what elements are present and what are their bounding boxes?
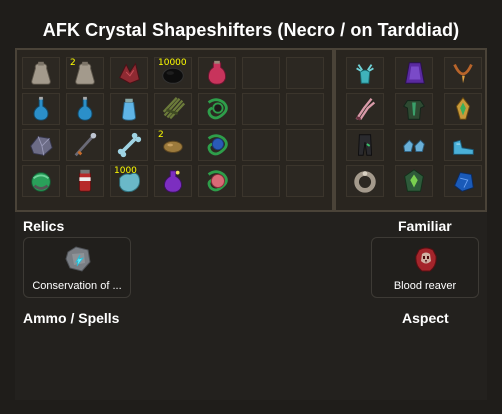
equipment-slot[interactable] (444, 93, 482, 125)
inventory-slot[interactable]: 2 (66, 57, 104, 89)
antler-helm-icon (356, 64, 374, 84)
inventory-slot[interactable]: 2 (154, 129, 192, 161)
inventory-slot[interactable] (198, 129, 236, 161)
inventory-slot-empty[interactable] (242, 129, 280, 161)
inventory-slot[interactable] (110, 57, 148, 89)
inventory-slot-empty[interactable] (286, 57, 324, 89)
blue-vine-icon (207, 134, 228, 156)
crystal-icon (30, 136, 53, 156)
inventory-slot-empty[interactable] (286, 129, 324, 161)
green-body-icon (403, 100, 425, 120)
inventory-slot-empty[interactable] (286, 165, 324, 197)
inventory-slot[interactable]: 10000 (154, 57, 192, 89)
familiar-label: Blood reaver (393, 280, 457, 292)
ring-icon (354, 171, 376, 193)
inventory-slot[interactable] (198, 165, 236, 197)
equipment-slot[interactable] (346, 129, 384, 161)
green-pocket-icon (404, 169, 424, 192)
blue-ammo-icon (454, 172, 474, 192)
relic-card[interactable]: Conservation of ... (23, 237, 131, 298)
inventory-slot[interactable] (198, 57, 236, 89)
equipment-slot[interactable] (395, 57, 433, 89)
blue-boots-icon (453, 139, 474, 155)
inventory-slot-empty[interactable] (242, 57, 280, 89)
claw-weapon-icon (355, 98, 376, 121)
inventory-slot[interactable] (198, 93, 236, 125)
inventory-slot[interactable] (154, 165, 192, 197)
inventory-slot[interactable] (66, 93, 104, 125)
blue-flask-icon (77, 96, 93, 121)
purple-potion-icon (164, 170, 182, 193)
red-vial-icon (78, 169, 92, 192)
bone-icon (117, 132, 142, 158)
inventory-slot[interactable] (66, 129, 104, 161)
purple-cape-icon (405, 62, 425, 84)
equipment-slot[interactable] (444, 165, 482, 197)
bag-icon (31, 61, 51, 85)
blue-gloves-icon (403, 139, 425, 152)
inventory-slot[interactable] (154, 93, 192, 125)
item-quantity: 2 (158, 130, 164, 140)
familiar-heading: Familiar (398, 218, 452, 234)
inventory-slot[interactable]: 1000 (110, 165, 148, 197)
inventory-slot[interactable] (22, 57, 60, 89)
inventory-slot[interactable] (22, 129, 60, 161)
inventory-slot[interactable] (110, 129, 148, 161)
inventory-slot[interactable] (110, 93, 148, 125)
pink-vine-icon (207, 170, 228, 192)
inventory-slot-empty[interactable] (242, 93, 280, 125)
equipment-slot[interactable] (444, 129, 482, 161)
relic-label: Conservation of ... (32, 280, 122, 292)
inventory-slot[interactable] (22, 165, 60, 197)
red-shards-icon (119, 62, 140, 84)
inventory-slot-empty[interactable] (286, 93, 324, 125)
inventory-slot[interactable] (66, 165, 104, 197)
page-title: AFK Crystal Shapeshifters (Necro / on Ta… (42, 20, 460, 40)
equipment-slot[interactable] (395, 93, 433, 125)
pink-potion-icon (208, 60, 226, 85)
bundle-icon (162, 97, 186, 120)
equipment-slot[interactable] (346, 93, 384, 125)
blue-vial-icon (121, 98, 137, 121)
relics-heading: Relics (23, 218, 65, 234)
inventory-divider (332, 50, 336, 210)
equipment-slot[interactable] (346, 57, 384, 89)
item-quantity: 10000 (158, 58, 187, 68)
orange-necklace-icon (453, 63, 473, 84)
aspect-heading: Aspect (402, 310, 449, 326)
equipment-slot[interactable] (395, 165, 433, 197)
inventory-slot[interactable] (22, 93, 60, 125)
inventory-slot-empty[interactable] (242, 165, 280, 197)
conservation-relic-icon (65, 246, 91, 272)
green-vine-icon (207, 98, 228, 120)
dark-legs-icon (357, 134, 373, 156)
staff-icon (74, 132, 97, 157)
golden-offhand-icon (455, 97, 471, 120)
blue-flask-icon (33, 96, 49, 121)
familiar-card[interactable]: Blood reaver (371, 237, 479, 298)
equipment-slot[interactable] (444, 57, 482, 89)
equipment-slot[interactable] (346, 165, 384, 197)
equipment-slot[interactable] (395, 129, 433, 161)
item-quantity: 2 (70, 58, 76, 68)
item-quantity: 1000 (114, 166, 137, 176)
blood-reaver-icon (415, 247, 437, 272)
orb-icon (31, 172, 51, 192)
ammo-spells-heading: Ammo / Spells (23, 310, 120, 326)
